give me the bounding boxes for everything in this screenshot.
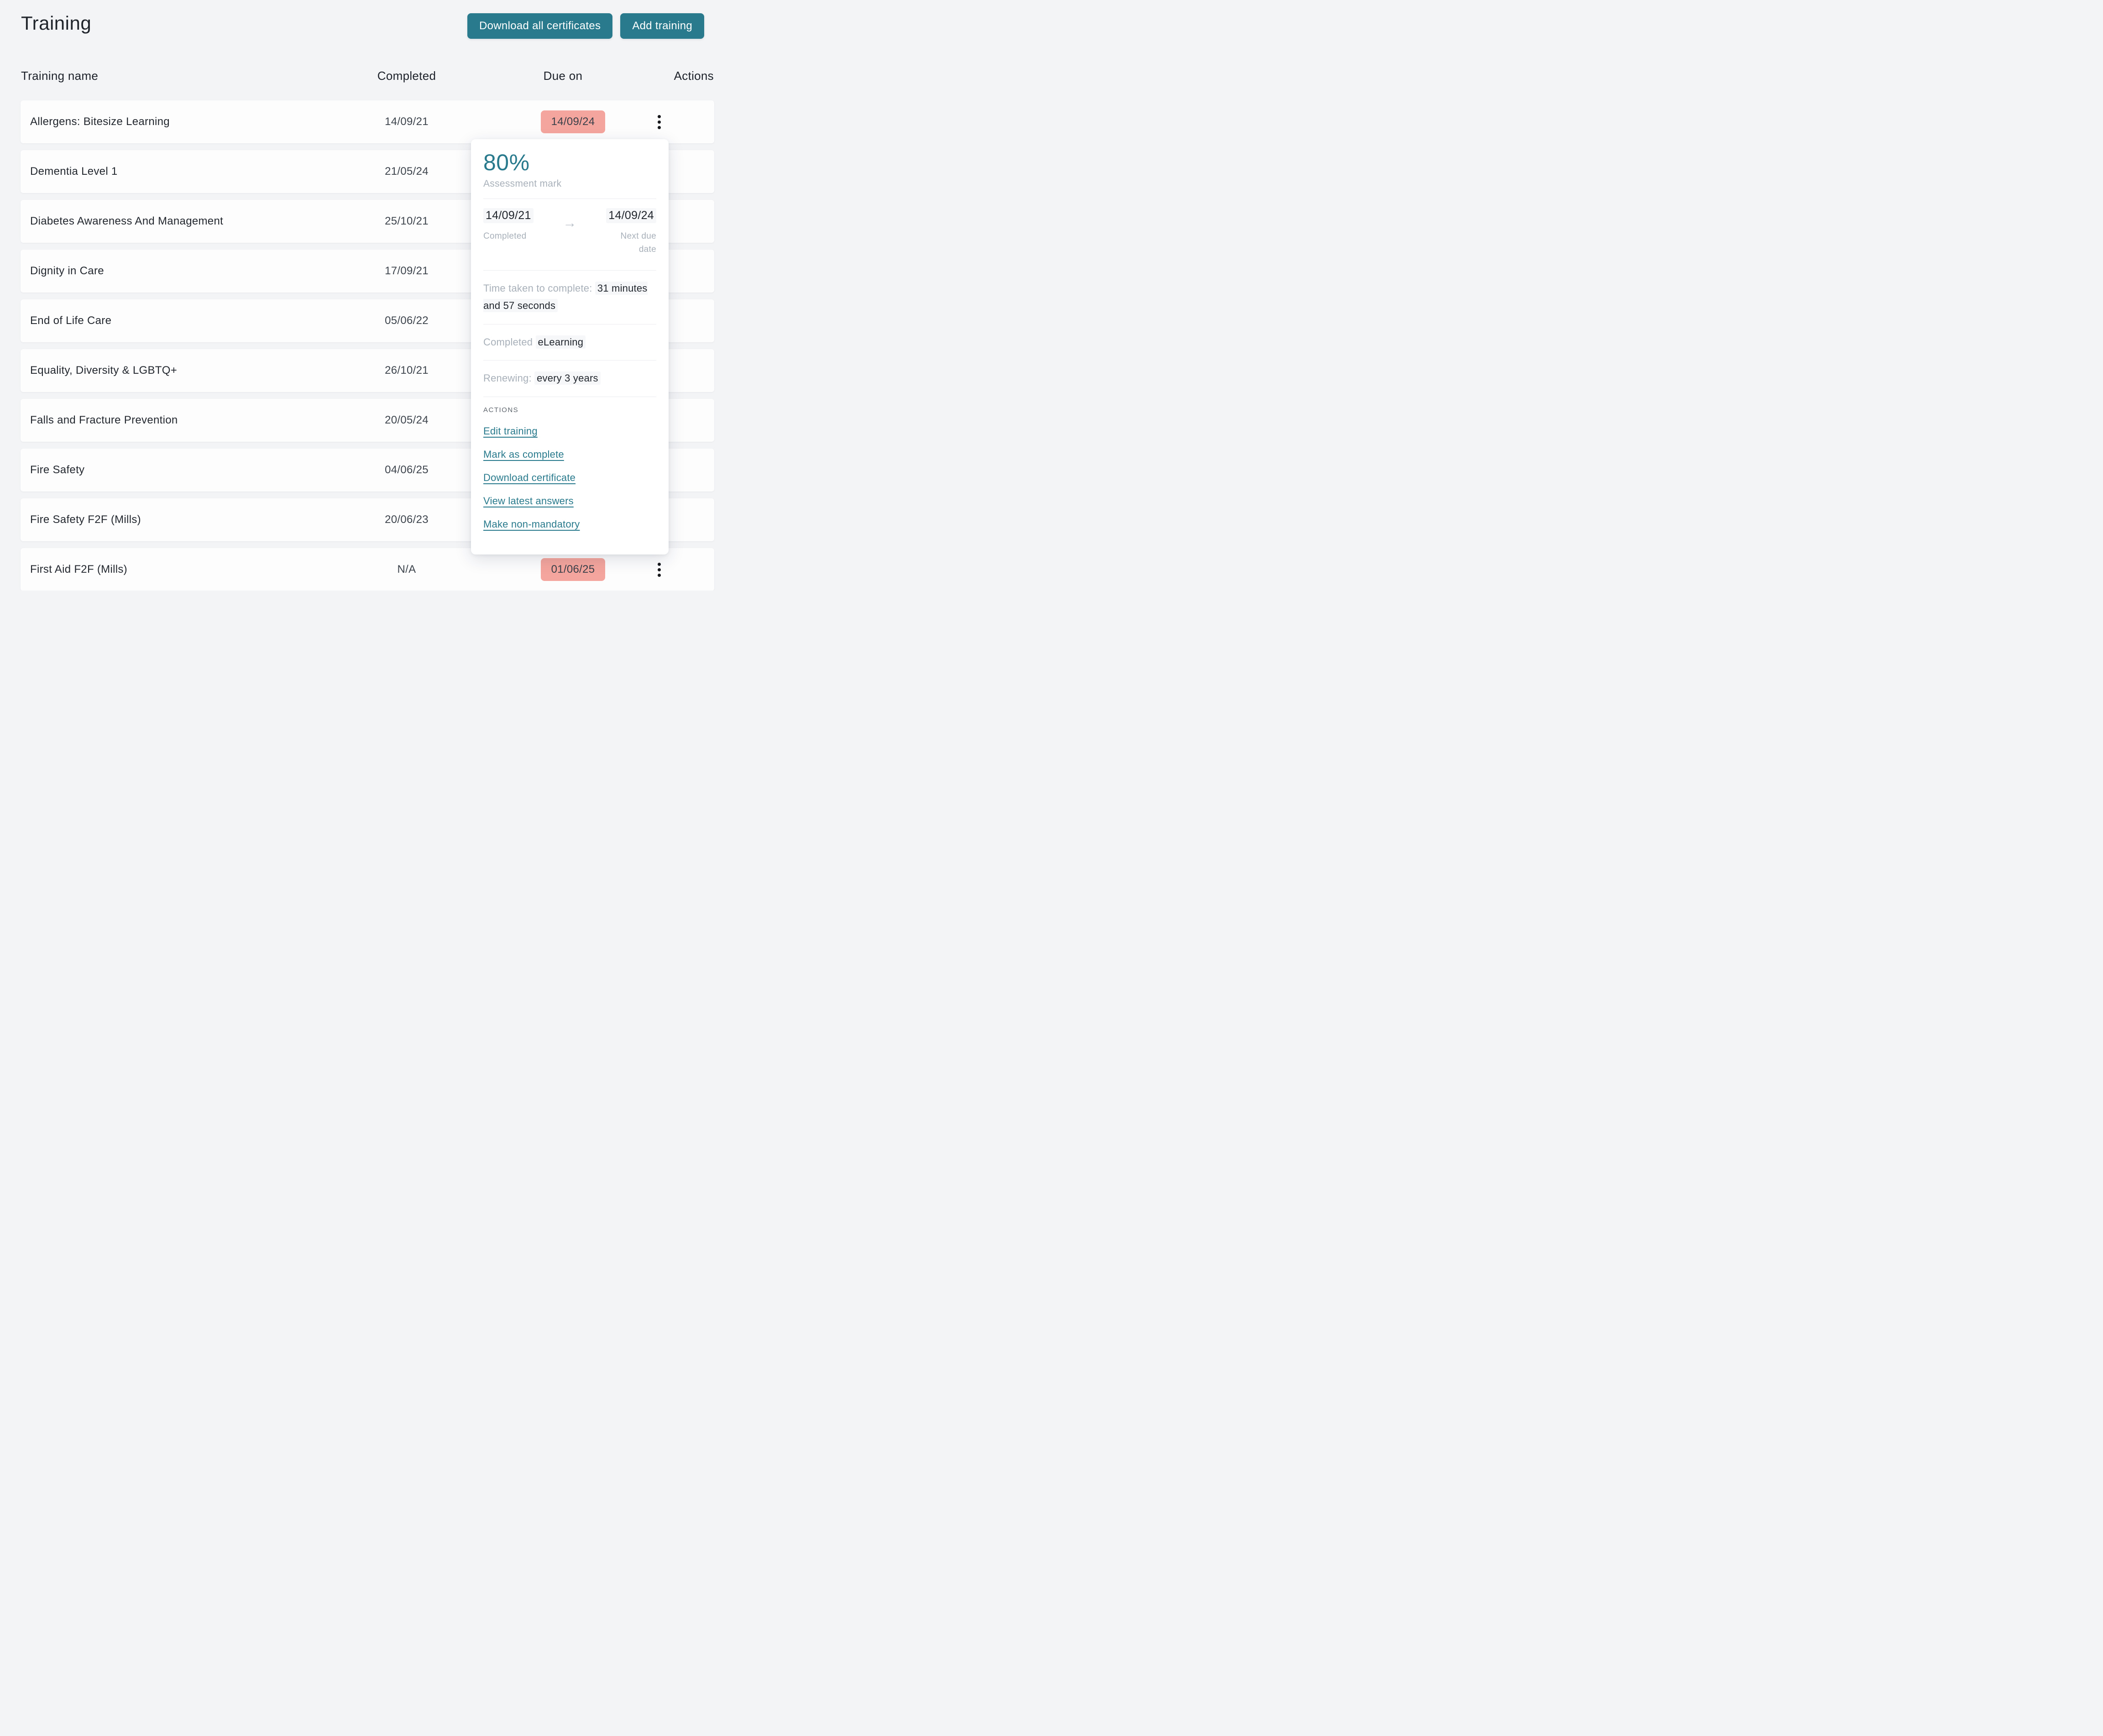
training-name: Fire Safety F2F (Mills) [30,513,141,526]
mark-as-complete-link[interactable]: Mark as complete [483,449,564,460]
divider [483,360,656,361]
training-name: Falls and Fracture Prevention [30,414,178,426]
next-due-date-block: 14/09/24 Next due date [606,208,656,256]
next-due-label-line2: date [638,245,656,255]
column-header-due-on: Due on [543,69,583,83]
completed-date: N/A [397,563,416,575]
training-name: Allergens: Bitesize Learning [30,115,170,128]
page-header: Training Download all certificates Add t… [0,0,716,39]
completed-date: 05/06/22 [385,314,429,327]
completed-date: 20/05/24 [385,414,429,426]
completed-date: 26/10/21 [385,364,429,376]
completed-date: 25/10/21 [385,215,429,227]
renewing-label: Renewing: [483,372,532,384]
training-name: Dementia Level 1 [30,165,118,178]
popover-completed-date: 14/09/21 [483,208,534,223]
completed-date: 14/09/21 [385,115,429,128]
kebab-menu-icon[interactable] [656,113,663,131]
table-header: Training name Completed Due on Actions [0,69,716,83]
training-page: Training Download all certificates Add t… [0,0,716,591]
header-buttons: Download all certificates Add training [467,13,704,39]
next-due-label-line1: Next due [620,231,656,241]
training-name: Equality, Diversity & LGBTQ+ [30,364,178,376]
training-details-popover: 80% Assessment mark 14/09/21 Completed →… [471,139,669,554]
time-taken-line: Time taken to complete: 31 minutes and 5… [483,280,656,315]
download-certificate-link[interactable]: Download certificate [483,472,575,484]
completed-method-value: eLearning [535,335,586,349]
kebab-menu-icon[interactable] [656,561,663,579]
training-name: Fire Safety [30,464,85,476]
completed-date-block: 14/09/21 Completed [483,208,534,256]
assessment-mark-label: Assessment mark [483,178,562,189]
edit-training-link[interactable]: Edit training [483,425,538,437]
training-name: End of Life Care [30,314,112,327]
page-title: Training [21,12,92,34]
completed-method-line: Completed eLearning [483,334,656,351]
table-row[interactable]: Allergens: Bitesize Learning 14/09/21 14… [21,100,714,143]
column-header-completed: Completed [377,69,436,83]
download-all-certificates-button[interactable]: Download all certificates [467,13,613,39]
due-date-badge: 14/09/24 [540,110,606,133]
completed-method-label: Completed [483,336,533,348]
popover-next-due-label: Next due date [606,230,656,256]
renewing-value: every 3 years [534,371,601,385]
popover-completed-label: Completed [483,231,527,241]
completion-dates-row: 14/09/21 Completed → 14/09/24 Next due d… [483,208,656,256]
time-taken-label: Time taken to complete: [483,282,592,294]
make-non-mandatory-link[interactable]: Make non-mandatory [483,518,580,530]
view-latest-answers-link[interactable]: View latest answers [483,495,574,507]
arrow-right-icon: → [563,215,577,230]
training-name: First Aid F2F (Mills) [30,563,127,575]
completed-date: 21/05/24 [385,165,429,178]
completed-date: 17/09/21 [385,265,429,277]
due-date-badge: 01/06/25 [540,558,606,581]
assessment-mark-value: 80% [483,150,530,175]
column-header-training-name: Training name [21,69,99,83]
column-header-actions: Actions [674,69,714,83]
popover-next-due-date: 14/09/24 [606,208,656,223]
training-name: Diabetes Awareness And Management [30,215,224,227]
divider [483,270,656,271]
training-name: Dignity in Care [30,265,104,277]
renewing-line: Renewing: every 3 years [483,370,656,387]
add-training-button[interactable]: Add training [620,13,704,39]
completed-date: 20/06/23 [385,513,429,526]
completed-date: 04/06/25 [385,464,429,476]
popover-actions-heading: ACTIONS [483,406,519,414]
